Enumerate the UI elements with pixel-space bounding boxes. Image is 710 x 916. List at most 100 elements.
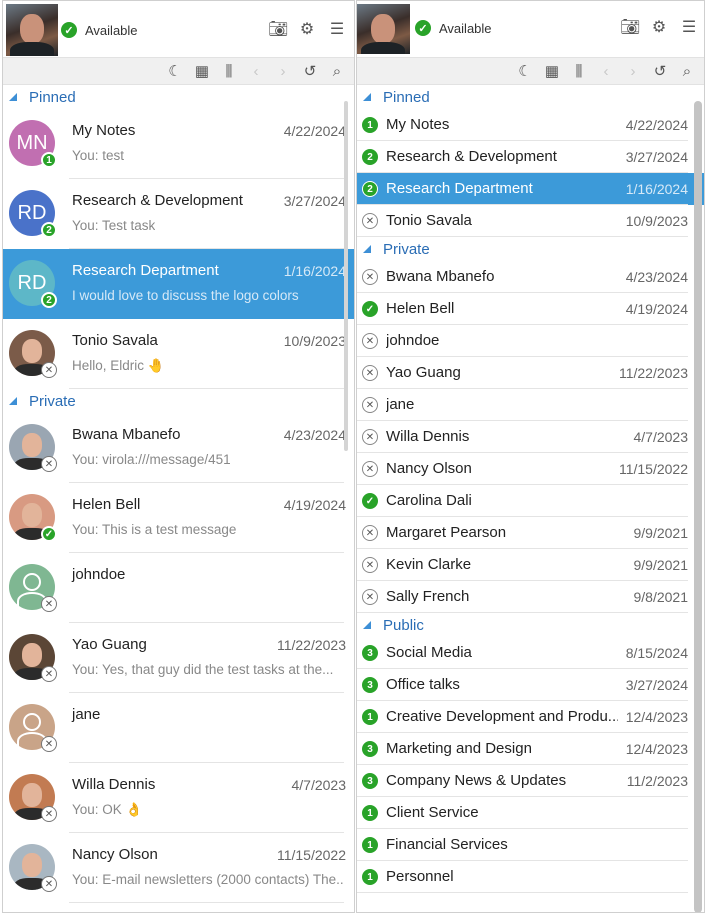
conversation-row[interactable]: ✓ Helen Bell 4/19/2024 bbox=[357, 293, 704, 325]
section-header[interactable]: Private bbox=[3, 389, 354, 413]
camera-icon[interactable]: 📷︎ bbox=[620, 19, 640, 37]
conversation-row[interactable]: 2 Research Department 1/16/2024 bbox=[357, 173, 704, 205]
my-avatar[interactable] bbox=[6, 4, 58, 56]
list-toolbar: ☾ ▦ ⫼ ‹ › ↺ ⌕ bbox=[357, 57, 704, 85]
search-icon[interactable]: ⌕ bbox=[678, 63, 696, 81]
offline-status-icon: ✕ bbox=[362, 525, 378, 541]
conversation-row[interactable]: ✕ Bwana Mbanefo 4/23/2024 You: virola:///me… bbox=[3, 413, 354, 483]
chat-list-panel-detailed: ✓ Available 📷︎ ⚙︎ ☰ ☾ ▦ ⫼ ‹ › ↺ ⌕ Pinned… bbox=[2, 0, 355, 913]
conversation-row[interactable]: RD 2 Research Department 1/16/2024 I would l… bbox=[3, 249, 354, 319]
conversation-row[interactable]: ✓ Carolina Dali bbox=[357, 485, 704, 517]
conversation-row[interactable]: 3 Marketing and Design 12/4/2023 bbox=[357, 733, 704, 765]
offline-status-icon: ✕ bbox=[362, 557, 378, 573]
conversation-row[interactable]: ✓ Helen Bell 4/19/2024 You: This is a test … bbox=[3, 483, 354, 553]
forward-arrow-icon[interactable]: › bbox=[274, 63, 292, 81]
section-header[interactable]: Pinned bbox=[3, 85, 354, 109]
conversation-date: 4/7/2023 bbox=[633, 429, 689, 445]
conversation-name: jane bbox=[72, 706, 101, 723]
message-preview: You: Test task bbox=[72, 218, 156, 233]
conversation-name: Willa Dennis bbox=[72, 776, 156, 793]
history-icon[interactable]: ↺ bbox=[301, 63, 319, 81]
calendar-icon[interactable]: ▦ bbox=[193, 63, 211, 81]
search-icon[interactable]: ⌕ bbox=[328, 63, 346, 81]
conversation-row[interactable]: 1 Financial Services bbox=[357, 829, 704, 861]
face-shape bbox=[22, 339, 42, 363]
conversation-name: Personnel bbox=[386, 868, 454, 885]
conversation-row[interactable]: MN 1 My Notes 4/22/2024 You: test bbox=[3, 109, 354, 179]
scrollbar[interactable] bbox=[344, 101, 348, 451]
back-arrow-icon[interactable]: ‹ bbox=[597, 63, 615, 81]
conversation-row[interactable]: 3 Social Media 8/15/2024 bbox=[357, 637, 704, 669]
list-toolbar: ☾ ▦ ⫼ ‹ › ↺ ⌕ bbox=[3, 57, 354, 85]
status-away-icon[interactable]: ☾ bbox=[166, 63, 184, 81]
columns-icon[interactable]: ⫼ bbox=[570, 63, 588, 81]
conversation-name: Financial Services bbox=[386, 836, 508, 853]
conversation-row[interactable]: 1 Creative Development and Produ... 12/4/2… bbox=[357, 701, 704, 733]
collapse-triangle-icon[interactable] bbox=[363, 93, 371, 101]
section-header[interactable]: Private bbox=[357, 237, 704, 261]
conversation-name: Nancy Olson bbox=[386, 460, 472, 477]
conversation-row[interactable]: 1 My Notes 4/22/2024 bbox=[357, 109, 704, 141]
settings-gear-icon[interactable]: ⚙︎ bbox=[650, 19, 668, 37]
conversation-row[interactable]: 2 Research & Development 3/27/2024 bbox=[357, 141, 704, 173]
conversation-row[interactable]: 1 Personnel bbox=[357, 861, 704, 893]
back-arrow-icon[interactable]: ‹ bbox=[247, 63, 265, 81]
conversation-date: 10/9/2023 bbox=[625, 213, 688, 229]
offline-status-icon: ✕ bbox=[362, 213, 378, 229]
presence-status[interactable]: ✓ Available bbox=[415, 20, 492, 36]
status-away-icon[interactable]: ☾ bbox=[516, 63, 534, 81]
menu-icon[interactable]: ☰ bbox=[328, 21, 346, 39]
conversation-date: 11/22/2023 bbox=[276, 637, 346, 653]
my-avatar[interactable] bbox=[357, 4, 410, 54]
collapse-triangle-icon[interactable] bbox=[363, 245, 371, 253]
conversation-row[interactable]: ✕ Tonio Savala 10/9/2023 bbox=[357, 205, 704, 237]
conversation-row[interactable]: ✕ Nancy Olson 11/15/2022 bbox=[357, 453, 704, 485]
conversation-date: 1/16/2024 bbox=[625, 181, 688, 197]
face-shape bbox=[22, 503, 42, 527]
conversation-row[interactable]: ✕ johndoe bbox=[357, 325, 704, 357]
columns-icon[interactable]: ⫼ bbox=[220, 63, 238, 81]
conversation-row[interactable]: ✕ Yao Guang 11/22/2023 bbox=[357, 357, 704, 389]
camera-icon[interactable]: 📷︎ bbox=[268, 21, 288, 39]
unread-count-badge: 1 bbox=[362, 117, 378, 133]
conversation-date: 11/2/2023 bbox=[626, 773, 688, 789]
calendar-icon[interactable]: ▦ bbox=[543, 63, 561, 81]
forward-arrow-icon[interactable]: › bbox=[624, 63, 642, 81]
person-placeholder-icon bbox=[23, 713, 41, 731]
conversation-row[interactable]: ✕ Bwana Mbanefo 4/23/2024 bbox=[357, 261, 704, 293]
conversation-row[interactable]: ✕ Willa Dennis 4/7/2023 bbox=[357, 421, 704, 453]
conversation-row[interactable]: ✕ Sally French 9/8/2021 bbox=[357, 581, 704, 613]
section-header[interactable]: Pinned bbox=[357, 85, 704, 109]
history-icon[interactable]: ↺ bbox=[651, 63, 669, 81]
conversation-row[interactable]: 3 Company News & Updates 11/2/2023 bbox=[357, 765, 704, 797]
section-title: Private bbox=[29, 392, 76, 410]
scrollbar[interactable] bbox=[694, 101, 702, 912]
conversation-name: Bwana Mbanefo bbox=[386, 268, 495, 285]
collapse-triangle-icon[interactable] bbox=[9, 397, 17, 405]
settings-gear-icon[interactable]: ⚙︎ bbox=[298, 21, 316, 39]
conversation-row[interactable]: RD 2 Research & Development 3/27/2024 You: T… bbox=[3, 179, 354, 249]
collapse-triangle-icon[interactable] bbox=[9, 93, 17, 101]
conversation-name: Bwana Mbanefo bbox=[72, 426, 181, 443]
conversation-row[interactable]: ✕ jane bbox=[357, 389, 704, 421]
conversation-row[interactable]: ✕ Tonio Savala 10/9/2023 Hello, Eldric 🤚 bbox=[3, 319, 354, 389]
conversation-row[interactable]: ✕ Nancy Olson 11/15/2022 You: E-mail newsle… bbox=[3, 833, 354, 903]
conversation-row[interactable]: ✕ Yao Guang 11/22/2023 You: Yes, that guy d… bbox=[3, 623, 354, 693]
conversation-name: Social Media bbox=[386, 644, 472, 661]
offline-status-icon: ✕ bbox=[362, 397, 378, 413]
conversation-row[interactable]: ✕ jane bbox=[3, 693, 354, 763]
conversation-name: Creative Development and Produ... bbox=[386, 708, 618, 725]
online-status-icon: ✓ bbox=[362, 301, 378, 317]
message-preview: I would love to discuss the logo colors bbox=[72, 288, 299, 303]
collapse-triangle-icon[interactable] bbox=[363, 621, 371, 629]
conversation-row[interactable]: ✕ Margaret Pearson 9/9/2021 bbox=[357, 517, 704, 549]
conversation-row[interactable]: 3 Office talks 3/27/2024 bbox=[357, 669, 704, 701]
conversation-row[interactable]: ✕ johndoe bbox=[3, 553, 354, 623]
conversation-row[interactable]: ✕ Willa Dennis 4/7/2023 You: OK 👌 bbox=[3, 763, 354, 833]
presence-status[interactable]: ✓ Available bbox=[61, 22, 138, 38]
conversation-row[interactable]: ✕ Kevin Clarke 9/9/2021 bbox=[357, 549, 704, 581]
conversation-row[interactable]: 1 Client Service bbox=[357, 797, 704, 829]
conversation-name: Yao Guang bbox=[386, 364, 461, 381]
menu-icon[interactable]: ☰ bbox=[680, 19, 698, 37]
section-header[interactable]: Public bbox=[357, 613, 704, 637]
